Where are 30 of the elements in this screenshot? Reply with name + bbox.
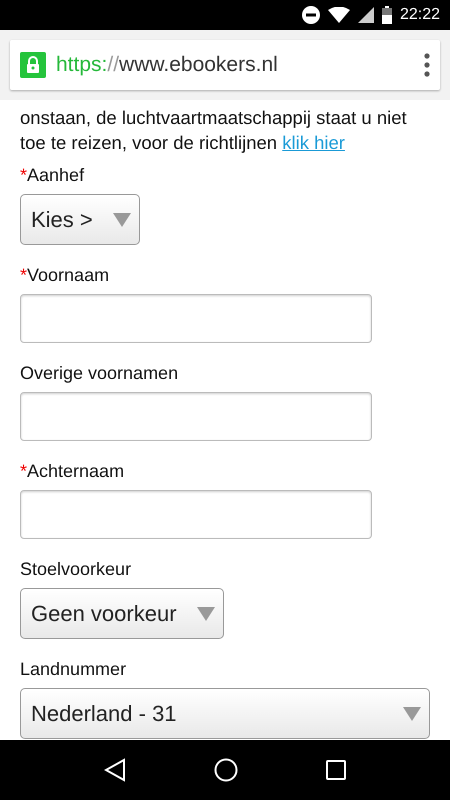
- field-label: Landnummer: [20, 659, 126, 681]
- back-icon[interactable]: [104, 758, 126, 782]
- do-not-disturb-icon: [302, 6, 320, 24]
- text-field[interactable]: [20, 294, 372, 343]
- dropdown[interactable]: Nederland - 31: [20, 688, 430, 739]
- notice-text: onstaan, de luchtvaartmaatschappij staat u niet toe te reizen, voor de richtlijnen klik hier: [20, 106, 408, 155]
- caret-icon: [403, 706, 421, 720]
- field-label: Aanhef: [27, 165, 84, 187]
- home-icon[interactable]: [214, 758, 238, 782]
- field-label: Voornaam: [27, 265, 110, 287]
- battery-icon: [382, 6, 392, 24]
- required-asterisk: *: [20, 461, 28, 483]
- text-field[interactable]: [20, 392, 372, 441]
- dropdown[interactable]: Geen voorkeur: [20, 588, 224, 639]
- menu-icon[interactable]: [424, 53, 430, 77]
- signal-icon: [358, 7, 374, 23]
- address-bar[interactable]: https://www.ebookers.nl: [10, 40, 440, 90]
- field-label: Overige voornamen: [20, 363, 178, 385]
- clock-time: 22:22: [400, 6, 440, 24]
- field-label: Stoelvoorkeur: [20, 559, 132, 581]
- required-asterisk: *: [20, 165, 28, 187]
- caret-icon: [112, 212, 131, 226]
- required-asterisk: *: [20, 265, 28, 287]
- field-label: Achternaam: [27, 461, 124, 483]
- dropdown[interactable]: Kies >: [20, 194, 140, 245]
- url-text: https://www.ebookers.nl: [56, 53, 279, 77]
- wifi-icon: [328, 7, 350, 23]
- text-field[interactable]: [20, 490, 372, 539]
- caret-icon: [196, 606, 215, 620]
- recents-icon[interactable]: [326, 760, 346, 780]
